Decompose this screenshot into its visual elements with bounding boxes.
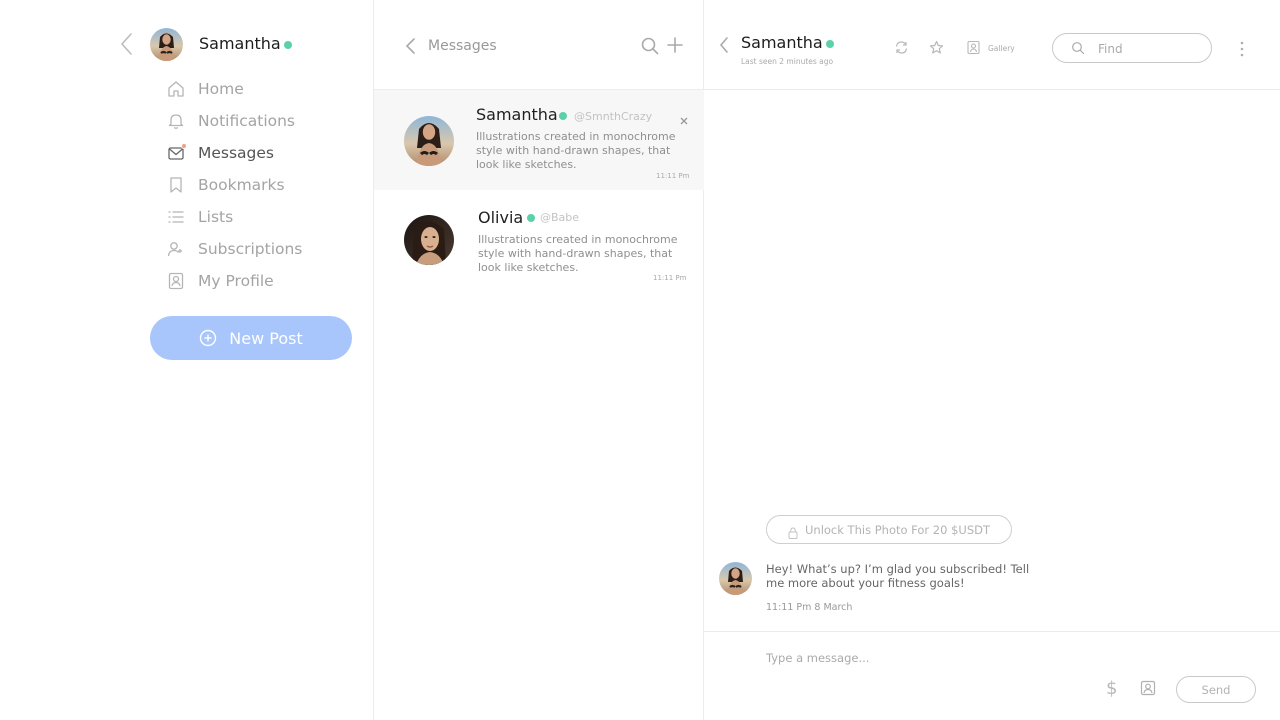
sidebar-item-bookmarks[interactable]: Bookmarks [166,169,356,201]
bell-icon [166,111,186,131]
sidebar-item-label: Subscriptions [198,240,303,258]
back-icon[interactable] [118,32,138,56]
plus-circle-icon [199,329,217,347]
conversation-preview: Illustrations created in monochrome styl… [476,130,676,171]
refresh-icon[interactable] [894,40,909,55]
last-seen-status: Last seen 2 minutes ago [741,57,834,66]
profile-icon [166,271,186,291]
unlock-photo-button[interactable]: Unlock This Photo For 20 $USDT [766,515,1012,544]
message-composer: $ Send [704,631,1280,720]
sidebar-item-label: Bookmarks [198,176,285,194]
profile-name: Samantha [199,34,281,53]
avatar [719,562,752,595]
sidebar-item-home[interactable]: Home [166,73,356,105]
tip-dollar-icon[interactable]: $ [1106,678,1117,699]
avatar [404,215,454,265]
messages-panel: Messages Samantha @SmnthCrazy Illustrati… [374,0,704,720]
conversation-handle: @SmnthCrazy [574,110,653,123]
notification-badge [181,143,187,149]
online-status-indicator [559,112,567,120]
find-input[interactable] [1098,40,1198,58]
online-status-indicator [284,41,292,49]
sidebar-item-label: My Profile [198,272,274,290]
star-icon[interactable] [929,40,944,55]
message-bubble-text: Hey! What’s up? I’m glad you subscribed!… [766,562,1030,590]
bookmark-icon [166,175,186,195]
more-options-icon[interactable] [1238,40,1246,58]
avatar[interactable] [150,28,183,61]
conversation-time: 11:11 Pm [653,274,687,282]
left-sidebar: Samantha Home Notifications Messages Boo… [0,0,374,720]
sidebar-item-my-profile[interactable]: My Profile [166,265,356,297]
list-icon [166,207,186,227]
online-status-indicator [826,40,834,48]
send-button[interactable]: Send [1176,676,1256,703]
gallery-link[interactable]: Gallery [988,44,1015,53]
sidebar-item-label: Notifications [198,112,296,130]
back-icon[interactable] [718,36,730,54]
attach-media-icon[interactable] [1140,680,1156,696]
conversation-item[interactable]: Samantha @SmnthCrazy Illustrations creat… [374,90,704,190]
sidebar-item-lists[interactable]: Lists [166,201,356,233]
home-icon [166,79,186,99]
envelope-icon [166,143,187,163]
new-post-button[interactable]: New Post [150,316,352,360]
sidebar-item-label: Lists [198,208,234,226]
conversation-time: 11:11 Pm [656,172,690,180]
search-icon[interactable] [640,36,660,56]
messages-header: Messages [374,0,704,90]
close-icon[interactable] [679,111,689,125]
lock-icon [788,524,798,539]
online-status-indicator [527,214,535,222]
sidebar-item-label: Home [198,80,244,98]
conversation-handle: @Babe [540,211,580,224]
conversation-name: Samantha [476,105,558,124]
message-input[interactable] [766,648,1066,668]
chat-contact-name: Samantha [741,33,823,52]
unlock-photo-label: Unlock This Photo For 20 $USDT [804,522,991,537]
avatar [404,116,454,166]
chat-header: Samantha Last seen 2 minutes ago Gallery [704,0,1280,90]
messages-title: Messages [428,38,497,54]
conversation-item[interactable]: Olivia @Babe Illustrations created in mo… [374,190,704,290]
sidebar-item-label: Messages [198,144,275,162]
new-post-label: New Post [229,328,303,348]
gallery-icon[interactable] [966,40,981,55]
sidebar-item-subscriptions[interactable]: Subscriptions [166,233,356,265]
conversation-name: Olivia [478,208,524,227]
search-icon [1071,40,1085,55]
message-timestamp: 11:11 Pm 8 March [766,602,853,613]
conversation-preview: Illustrations created in monochrome styl… [478,233,678,274]
sidebar-nav: Home Notifications Messages Bookmarks Li… [166,73,356,297]
add-conversation-icon[interactable] [666,36,684,54]
back-icon[interactable] [404,36,418,56]
chat-panel: Samantha Last seen 2 minutes ago Gallery [704,0,1280,720]
find-field[interactable] [1052,33,1212,63]
sidebar-item-notifications[interactable]: Notifications [166,105,356,137]
sidebar-item-messages[interactable]: Messages [166,137,356,169]
user-plus-icon [166,239,186,259]
